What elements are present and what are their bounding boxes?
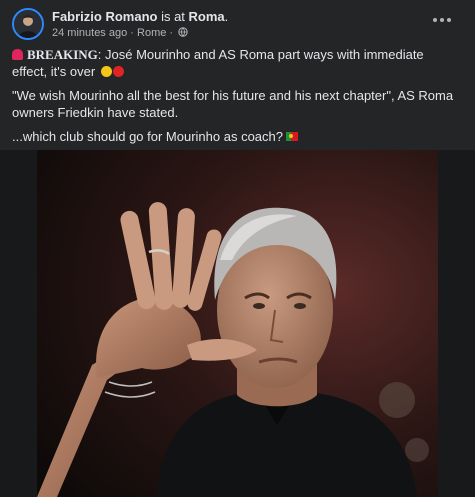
post-body: BREAKING: José Mourinho and AS Roma part… xyxy=(12,46,462,152)
red-circle-icon xyxy=(112,66,124,77)
post-photo-area[interactable] xyxy=(0,150,475,497)
post-paragraph-1: BREAKING: José Mourinho and AS Roma part… xyxy=(12,46,462,80)
meta-separator: · xyxy=(169,27,174,39)
portugal-flag-icon xyxy=(286,132,298,141)
post-photo[interactable] xyxy=(37,150,438,497)
post-meta: 24 minutes ago · Rome · xyxy=(52,27,188,40)
author-name[interactable]: Fabrizio Romano xyxy=(52,9,157,24)
location-link[interactable]: Roma xyxy=(189,9,225,24)
location-suffix: . xyxy=(224,9,229,24)
post-header: Fabrizio Romano is at Roma. 24 minutes a… xyxy=(12,8,463,40)
meta-separator: · xyxy=(130,27,134,39)
post-place[interactable]: Rome xyxy=(137,27,166,39)
post-paragraph-2: "We wish Mourinho all the best for his f… xyxy=(12,88,454,120)
author-avatar[interactable] xyxy=(12,8,44,40)
siren-icon xyxy=(12,49,23,60)
post-timestamp[interactable]: 24 minutes ago xyxy=(52,27,127,39)
post-card: Fabrizio Romano is at Roma. 24 minutes a… xyxy=(0,0,475,497)
post-paragraph-3: ...which club should go for Mourinho as … xyxy=(12,128,462,145)
breaking-label: BREAKING xyxy=(27,47,98,62)
author-line: Fabrizio Romano is at Roma. xyxy=(52,9,228,24)
location-prefix: is at xyxy=(161,9,185,24)
yellow-circle-icon xyxy=(100,66,112,77)
more-options-icon[interactable] xyxy=(431,12,453,28)
post-line-3: ...which club should go for Mourinho as … xyxy=(12,129,283,144)
globe-icon xyxy=(178,27,188,40)
